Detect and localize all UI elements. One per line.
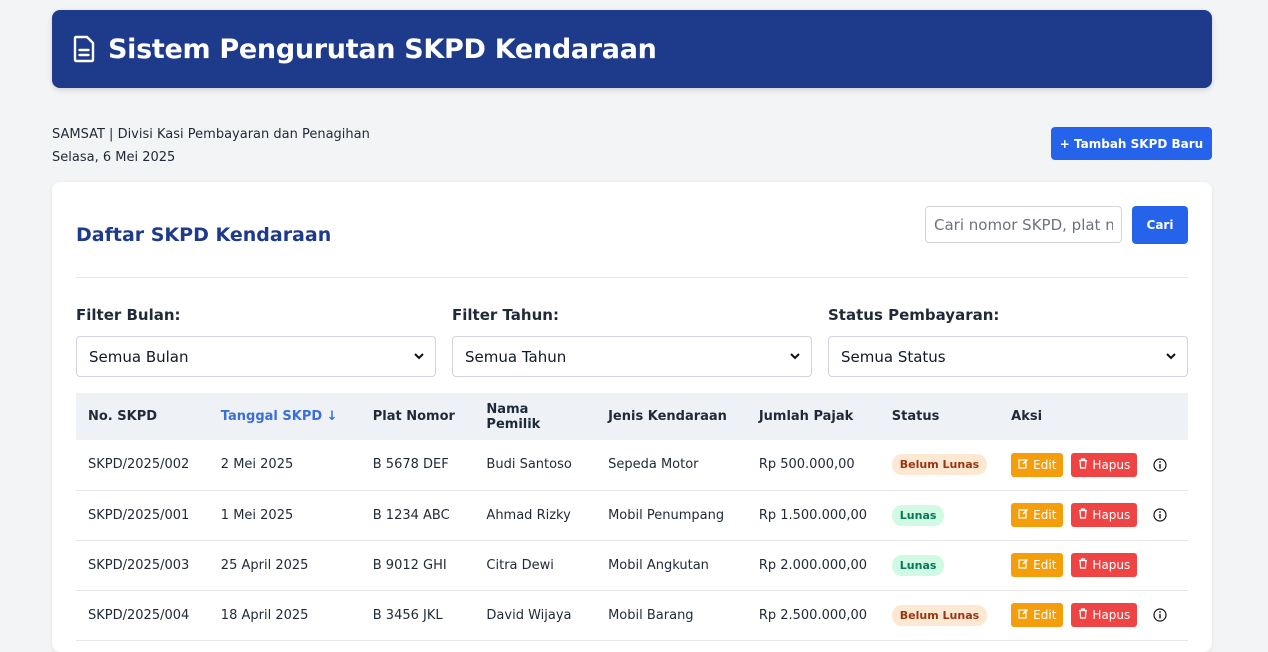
- office-meta: SAMSAT | Divisi Kasi Pembayaran dan Pena…: [52, 123, 370, 169]
- edit-label: Edit: [1033, 608, 1057, 622]
- cell-status: Lunas: [880, 540, 999, 590]
- delete-button[interactable]: Hapus: [1071, 603, 1138, 627]
- column-header-date[interactable]: Tanggal SKPD ↓: [209, 393, 361, 440]
- status-select-value: Semua Status: [841, 347, 946, 366]
- cell-owner: Budi Santoso: [486, 457, 572, 473]
- row-actions: Edit Hapus: [1011, 603, 1176, 627]
- status-badge: Lunas: [891, 504, 945, 526]
- delete-button[interactable]: Hapus: [1071, 503, 1138, 527]
- cell-tax: Rp 500.000,00: [758, 457, 855, 473]
- edit-icon: [1018, 458, 1029, 472]
- trash-icon: [1078, 608, 1088, 622]
- edit-button[interactable]: Edit: [1011, 553, 1064, 577]
- filter-year-label: Filter Tahun:: [452, 306, 559, 324]
- trash-icon: [1078, 508, 1088, 522]
- document-icon: [72, 35, 96, 63]
- edit-icon: [1018, 558, 1029, 572]
- app-header: Sistem Pengurutan SKPD Kendaraan: [52, 10, 1212, 88]
- info-icon[interactable]: [1153, 458, 1167, 472]
- row-actions: Edit Hapus: [1011, 503, 1176, 527]
- delete-label: Hapus: [1092, 508, 1131, 522]
- add-skpd-button[interactable]: + Tambah SKPD Baru: [1051, 127, 1212, 160]
- year-select[interactable]: Semua Tahun: [452, 336, 812, 377]
- edit-icon: [1018, 508, 1029, 522]
- edit-button[interactable]: Edit: [1011, 603, 1064, 627]
- column-header-owner[interactable]: Nama Pemilik: [474, 393, 596, 440]
- edit-label: Edit: [1033, 457, 1057, 472]
- office-name: SAMSAT | Divisi Kasi Pembayaran dan Pena…: [52, 127, 370, 142]
- cell-status: Belum Lunas: [880, 440, 999, 490]
- cell-no: SKPD/2025/002: [88, 457, 190, 473]
- cell-status: Lunas: [880, 490, 999, 540]
- cell-date: 2 Mei 2025: [220, 457, 294, 473]
- edit-button[interactable]: Edit: [1011, 452, 1064, 477]
- page-title: Sistem Pengurutan SKPD Kendaraan: [108, 33, 657, 65]
- cell-no: SKPD/2025/003: [88, 557, 190, 573]
- cell-owner: Citra Dewi: [486, 557, 554, 573]
- card-title: Daftar SKPD Kendaraan: [76, 224, 332, 246]
- search-button[interactable]: Cari: [1132, 206, 1188, 244]
- cell-plate: B 9012 GHI: [372, 557, 447, 573]
- chevron-down-icon: [1165, 348, 1177, 366]
- status-select[interactable]: Semua Status: [828, 336, 1188, 377]
- column-header-type[interactable]: Jenis Kendaraan: [596, 393, 747, 440]
- cell-type: Mobil Penumpang: [608, 507, 725, 523]
- cell-plate: B 1234 ABC: [372, 507, 450, 523]
- status-badge: Belum Lunas: [891, 454, 988, 476]
- month-select[interactable]: Semua Bulan: [76, 336, 436, 377]
- cell-type: Sepeda Motor: [608, 457, 699, 473]
- table-header-row: No. SKPD Tanggal SKPD ↓ Plat Nomor Nama …: [76, 393, 1188, 440]
- status-badge: Belum Lunas: [891, 604, 988, 626]
- table-row: SKPD/2025/002 2 Mei 2025 B 5678 DEF Budi…: [76, 440, 1188, 490]
- delete-label: Hapus: [1092, 457, 1131, 472]
- edit-label: Edit: [1033, 558, 1057, 572]
- search-input[interactable]: [925, 206, 1122, 243]
- column-header-actions: Aksi: [1011, 409, 1043, 424]
- cell-plate: B 5678 DEF: [372, 457, 449, 473]
- cell-type: Mobil Angkutan: [608, 557, 709, 573]
- row-actions: Edit Hapus: [1011, 452, 1176, 477]
- edit-label: Edit: [1033, 508, 1057, 522]
- cell-no: SKPD/2025/001: [88, 507, 190, 523]
- table-row: SKPD/2025/003 25 April 2025 B 9012 GHI C…: [76, 540, 1188, 590]
- filter-status: Status Pembayaran: Semua Status: [828, 306, 1188, 377]
- divider: [76, 277, 1188, 278]
- edit-button[interactable]: Edit: [1011, 503, 1064, 527]
- table-row: SKPD/2025/001 1 Mei 2025 B 1234 ABC Ahma…: [76, 490, 1188, 540]
- cell-tax: Rp 2.000.000,00: [758, 557, 868, 573]
- delete-label: Hapus: [1092, 558, 1131, 572]
- status-badge: Lunas: [891, 554, 945, 576]
- filter-month-label: Filter Bulan:: [76, 306, 181, 324]
- column-header-no[interactable]: No. SKPD: [76, 393, 209, 440]
- column-header-plate[interactable]: Plat Nomor: [361, 393, 475, 440]
- filter-month: Filter Bulan: Semua Bulan: [76, 306, 436, 377]
- cell-date: 25 April 2025: [220, 557, 309, 573]
- info-icon[interactable]: [1153, 508, 1167, 522]
- column-header-status[interactable]: Status: [880, 393, 999, 440]
- cell-date: 1 Mei 2025: [220, 507, 294, 523]
- month-select-value: Semua Bulan: [89, 347, 189, 366]
- skpd-table: No. SKPD Tanggal SKPD ↓ Plat Nomor Nama …: [76, 393, 1188, 641]
- edit-icon: [1018, 608, 1029, 622]
- chevron-down-icon: [789, 348, 801, 366]
- current-date: Selasa, 6 Mei 2025: [52, 150, 176, 165]
- info-icon[interactable]: [1153, 608, 1167, 622]
- column-header-tax[interactable]: Jumlah Pajak: [747, 393, 880, 440]
- year-select-value: Semua Tahun: [465, 347, 567, 366]
- trash-icon: [1078, 458, 1088, 472]
- chevron-down-icon: [413, 348, 425, 366]
- row-actions: Edit Hapus: [1011, 553, 1176, 577]
- trash-icon: [1078, 558, 1088, 572]
- delete-button[interactable]: Hapus: [1071, 553, 1138, 577]
- filter-year: Filter Tahun: Semua Tahun: [452, 306, 812, 377]
- cell-owner: Ahmad Rizky: [486, 507, 571, 523]
- delete-button[interactable]: Hapus: [1071, 452, 1138, 477]
- cell-tax: Rp 1.500.000,00: [758, 507, 868, 523]
- delete-label: Hapus: [1092, 608, 1131, 622]
- skpd-list-card: Daftar SKPD Kendaraan Cari Filter Bulan:…: [52, 182, 1212, 652]
- filter-status-label: Status Pembayaran:: [828, 306, 1000, 324]
